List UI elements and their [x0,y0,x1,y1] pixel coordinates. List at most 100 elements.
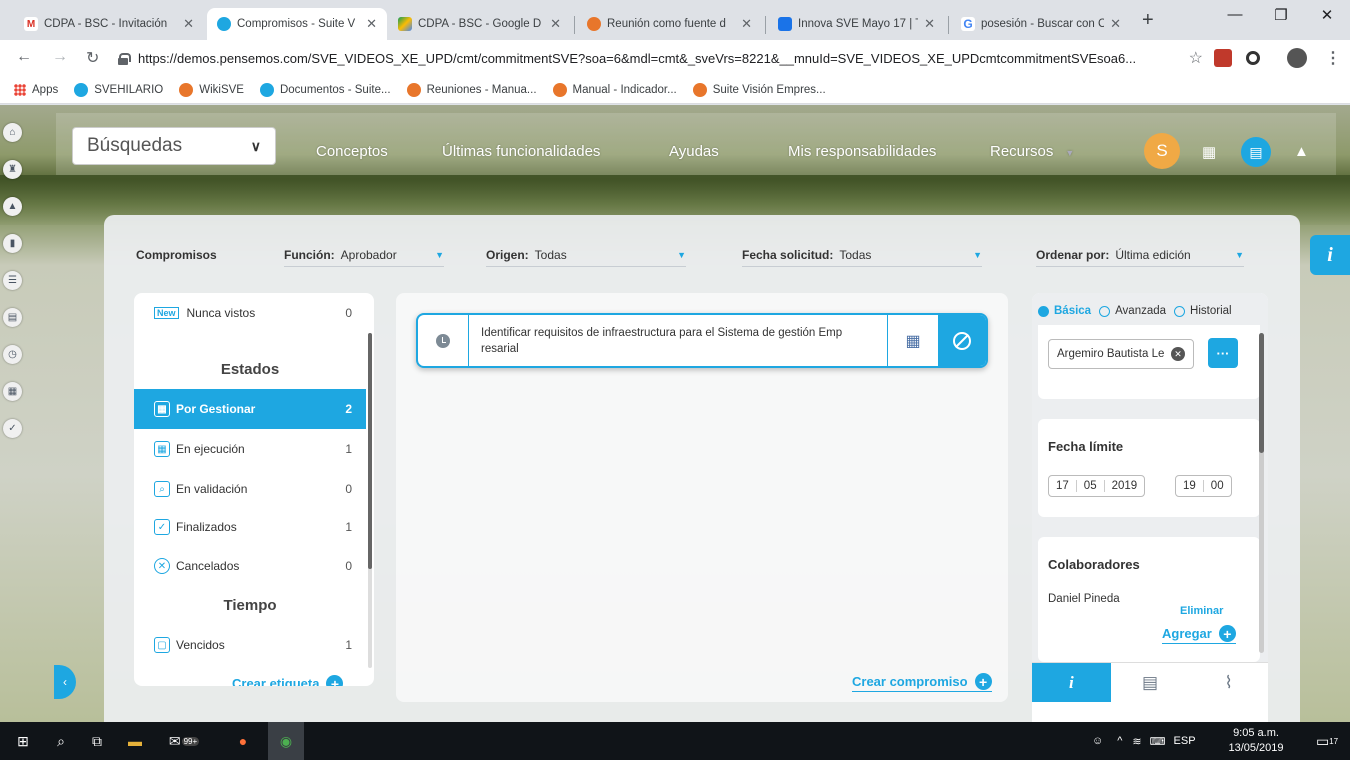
tab-google-search[interactable]: G posesión - Buscar con C ✕ [951,8,1131,40]
close-tab-icon[interactable]: ✕ [924,16,935,32]
address-bar[interactable]: https://demos.pensemos.com/SVE_VIDEOS_XE… [118,44,1203,72]
origen-filter[interactable]: Origen: Todas ▼ [486,243,686,267]
attachment-icon[interactable]: ⌇ [1189,663,1268,702]
back-icon[interactable]: ← [16,48,32,66]
bookmark-apps[interactable]: Apps [14,83,58,96]
state-finalizados[interactable]: ✓ Finalizados 1 [134,507,366,547]
task-view-icon[interactable]: ⧉ [86,731,108,751]
extension-icon[interactable] [1246,51,1260,65]
crear-etiqueta-link[interactable]: Crear etiqueta + [232,675,344,686]
minimize-button[interactable]: — [1212,6,1258,23]
agregar-link[interactable]: Agregar + [1162,625,1236,644]
bookmark-documentos[interactable]: Documentos - Suite... [259,82,391,97]
check-circle-icon[interactable]: ✓ [3,419,22,438]
list-icon[interactable]: ☰ [3,271,22,290]
crear-compromiso-link[interactable]: Crear compromiso + [852,673,992,692]
clock-icon[interactable]: ◷ [3,345,22,364]
notifications-icon[interactable]: ▭ 17 [1316,731,1338,751]
state-vencidos[interactable]: ▢ Vencidos 1 [134,625,366,665]
calendar-icon[interactable]: ▦ [888,315,938,366]
avatar[interactable]: S [1144,133,1180,169]
maximize-button[interactable]: ❐ [1258,6,1304,24]
home-icon[interactable]: ⌂ [3,123,22,142]
scrollbar-thumb[interactable] [1259,333,1264,453]
bookmark-svehilario[interactable]: SVEHILARIO [74,82,163,97]
commitment-text[interactable]: Identificar requisitos de infraestructur… [468,315,888,366]
nav-recursos[interactable]: Recursos ▼ [990,143,1074,160]
nav-conceptos[interactable]: Conceptos [316,143,388,160]
calendar-icon[interactable]: ▦ [3,382,22,401]
pdf-extension-icon[interactable] [1214,49,1232,67]
nunca-vistos-item[interactable]: New Nunca vistos 0 [134,295,366,331]
mountain-icon[interactable]: ▲ [3,197,22,216]
wifi-icon[interactable]: ≋ [1132,735,1141,748]
tab-innova[interactable]: Innova SVE Mayo 17 | T ✕ [768,8,945,40]
book-icon[interactable]: ▤ [3,308,22,327]
new-tab-button[interactable]: + [1142,9,1154,32]
people-icon[interactable]: ☺ [1092,735,1103,747]
date-field[interactable]: 17 05 2019 [1048,475,1146,497]
bookmark-manual-indicador[interactable]: Manual - Indicador... [552,82,677,97]
file-explorer-icon[interactable]: ▬ [124,731,146,751]
state-cancelados[interactable]: ✕ Cancelados 0 [134,546,366,586]
firefox-icon[interactable]: ● [232,731,254,751]
reload-icon[interactable]: ↻ [86,48,99,68]
tab-compromisos[interactable]: Compromisos - Suite V ✕ [207,8,387,40]
clear-icon[interactable]: ✕ [1171,347,1185,361]
nav-mis-responsabilidades[interactable]: Mis responsabilidades [788,143,936,160]
commitment-card[interactable]: Identificar requisitos de infraestructur… [416,313,988,368]
eliminar-link[interactable]: Eliminar [1180,605,1223,617]
busquedas-dropdown[interactable]: Búsquedas ∨ [72,127,276,165]
windows-start-icon[interactable]: ⊞ [12,731,34,751]
collapse-sidebar-button[interactable]: ‹ [54,665,76,699]
chrome-icon[interactable]: ◉ [268,722,304,760]
comments-icon[interactable]: ▤ [1111,663,1190,702]
cancel-button[interactable] [938,315,986,366]
close-tab-icon[interactable]: ✕ [1110,16,1121,32]
close-tab-icon[interactable]: ✕ [550,16,561,32]
ordenar-filter[interactable]: Ordenar por: Última edición ▼ [1036,243,1244,267]
info-tab-icon[interactable]: i [1032,663,1111,702]
calendar-icon[interactable]: ▦ [1202,143,1216,161]
state-por-gestionar[interactable]: ▦ Por Gestionar 2 [134,389,366,429]
more-button[interactable]: ··· [1208,338,1238,368]
ime-icon[interactable]: ⌨ [1150,735,1166,748]
colaboradores-card: Colaboradores Daniel Pineda Eliminar Agr… [1038,537,1260,662]
fecha-solicitud-filter[interactable]: Fecha solicitud: Todas ▼ [742,243,982,267]
close-tab-icon[interactable]: ✕ [183,16,194,32]
nav-ultimas-funcionalidades[interactable]: Últimas funcionalidades [442,143,600,160]
bar-chart-icon[interactable]: ▮ [3,234,22,253]
close-window-button[interactable]: ✕ [1304,6,1350,24]
close-tab-icon[interactable]: ✕ [741,16,752,32]
tab-gmail[interactable]: M CDPA - BSC - Invitación ✕ [14,8,204,40]
scrollbar-thumb[interactable] [368,333,372,569]
mail-icon[interactable]: ✉ 99+ [164,731,204,751]
book-icon[interactable]: ▤ [1241,137,1271,167]
tab-drive[interactable]: CDPA - BSC - Google D ✕ [388,8,571,40]
time-field[interactable]: 19 00 [1175,475,1232,497]
menu-kebab-icon[interactable]: ⋮ [1325,48,1341,68]
tray-chevron-icon[interactable]: ^ [1117,735,1122,747]
search-icon[interactable]: ⌕ [50,731,72,751]
close-tab-icon[interactable]: ✕ [366,16,377,32]
funcion-filter[interactable]: Función: Aprobador ▼ [284,243,444,267]
radio-basica[interactable] [1038,305,1049,317]
info-side-icon[interactable]: i [1310,235,1350,275]
state-en-validacion[interactable]: ⌕ En validación 0 [134,469,366,509]
taskbar-clock[interactable]: 9:05 a.m. 13/05/2019 [1228,726,1284,756]
tower-icon[interactable]: ♜ [3,160,22,179]
bookmark-suite-vision[interactable]: Suite Visión Empres... [692,82,826,97]
forward-icon[interactable]: → [52,48,68,66]
state-en-ejecucion[interactable]: ▦ En ejecución 1 [134,429,366,469]
radio-historial[interactable] [1174,305,1186,317]
responsable-field[interactable]: Argemiro Bautista Le ✕ [1048,339,1194,369]
bookmark-wikisve[interactable]: WikiSVE [179,82,244,97]
bookmark-reuniones[interactable]: Reuniones - Manua... [406,82,537,97]
nav-ayudas[interactable]: Ayudas [669,143,719,160]
bookmark-star-icon[interactable]: ☆ [1189,48,1203,68]
bell-icon[interactable]: ▲ [1294,143,1309,160]
tab-reunion[interactable]: Reunión como fuente d ✕ [577,8,762,40]
profile-icon[interactable] [1287,48,1307,68]
language-indicator[interactable]: ESP [1174,735,1196,747]
radio-avanzada[interactable] [1099,305,1111,317]
